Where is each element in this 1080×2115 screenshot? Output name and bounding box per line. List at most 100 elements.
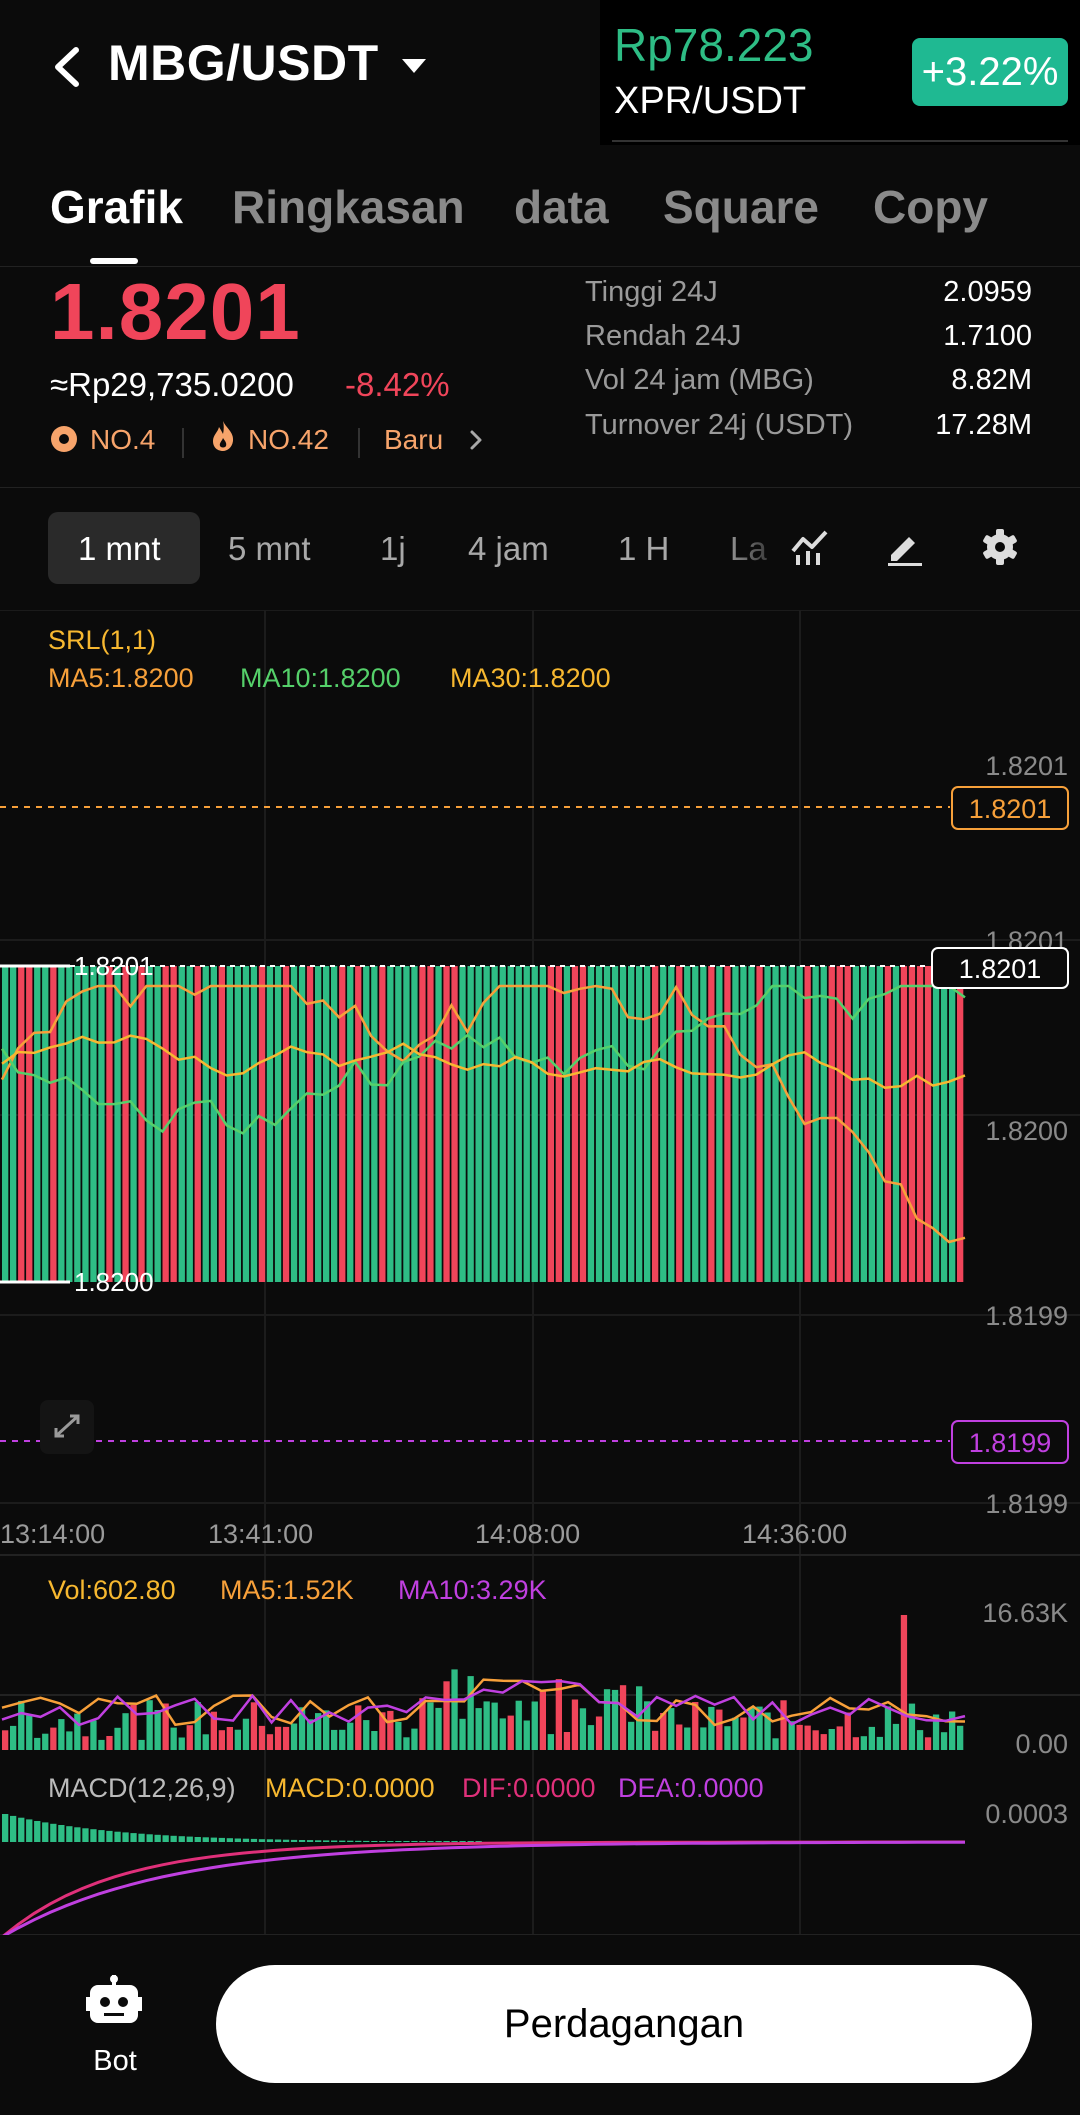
candle-up — [82, 966, 89, 1282]
new-tag[interactable]: Baru — [384, 424, 443, 456]
macd-bar — [2, 1814, 9, 1842]
volume-bar-down — [595, 1716, 603, 1750]
legend-ma10: MA10:1.8200 — [240, 663, 401, 693]
tab-data[interactable]: data — [514, 180, 609, 234]
macd-bar — [250, 1838, 258, 1842]
candle-down — [908, 966, 916, 1282]
candle-down — [122, 966, 129, 1282]
macd-bar — [371, 1841, 378, 1842]
volume-bar-down — [50, 1727, 57, 1750]
rank-badge-2[interactable]: NO.42 — [248, 424, 329, 456]
volume-bar-up — [178, 1737, 185, 1750]
volume-axis-min: 0.00 — [1015, 1729, 1068, 1759]
macd-bar — [315, 1840, 322, 1842]
macd-bar — [323, 1840, 330, 1842]
macd-bar — [66, 1826, 73, 1842]
chevron-right-icon[interactable] — [468, 428, 484, 452]
price-chart[interactable]: 1.8201 1.8201 1.8200 1.8199 1.8199 13:14:00 13… — [0, 610, 1080, 1940]
candle-up — [796, 966, 803, 1282]
volume-bar-down — [652, 1730, 659, 1750]
candle-up — [499, 966, 506, 1282]
macd-bar — [170, 1835, 177, 1842]
interval-1h[interactable]: 1j — [380, 530, 406, 568]
macd-bar — [42, 1822, 49, 1842]
candle-up — [403, 966, 410, 1282]
candle-up — [66, 966, 73, 1282]
volume-bar-up — [684, 1727, 691, 1750]
pair-title[interactable]: MBG/USDT — [108, 34, 379, 92]
volume-bar-down — [82, 1736, 89, 1750]
bot-label[interactable]: Bot — [80, 2045, 150, 2078]
legend-ma30: MA30:1.8200 — [450, 663, 611, 693]
interval-4h[interactable]: 4 jam — [468, 530, 549, 568]
volume-bar-down — [266, 1734, 274, 1750]
volume-bar-up — [772, 1738, 779, 1750]
flame-icon — [213, 421, 234, 451]
volume-bar-down — [900, 1615, 908, 1750]
volume-bars — [2, 1615, 964, 1750]
upper-price-tag-text: 1.8201 — [969, 794, 1052, 824]
volume-bar-up — [628, 1721, 635, 1750]
macd-histogram — [2, 1814, 482, 1842]
macd-bar — [282, 1839, 290, 1842]
volume-bar-up — [884, 1706, 892, 1750]
interval-1m[interactable]: 1 mnt — [78, 530, 161, 568]
tab-ringkasan[interactable]: Ringkasan — [232, 180, 465, 234]
current-price-tag-text: 1.8201 — [959, 954, 1042, 984]
back-arrow-icon[interactable] — [48, 42, 88, 92]
trade-button[interactable]: Perdagangan — [216, 1965, 1032, 2083]
gear-icon[interactable] — [980, 527, 1020, 567]
draw-icon[interactable] — [885, 527, 925, 567]
volume-bar-up — [18, 1700, 25, 1750]
tab-grafik[interactable]: Grafik — [50, 180, 183, 234]
tab-square[interactable]: Square — [663, 180, 819, 234]
macd-bar — [50, 1823, 57, 1842]
candle-up — [531, 966, 538, 1282]
y-tick-label: 1.8199 — [985, 1489, 1068, 1519]
rank-badge-1[interactable]: NO.4 — [90, 424, 155, 456]
robot-icon[interactable] — [86, 1975, 142, 2025]
macd-bar — [186, 1836, 193, 1842]
caret-down-icon[interactable] — [400, 56, 428, 76]
legend-dif: DIF:0.0000 — [462, 1773, 596, 1803]
volume-bar-up — [876, 1736, 883, 1750]
dea-line — [1, 1840, 966, 1939]
indicator-icon[interactable] — [790, 527, 830, 567]
volume-bar-down — [282, 1726, 290, 1750]
volume-bar-up — [234, 1729, 241, 1750]
volume-bar-up — [10, 1725, 17, 1750]
interval-5m[interactable]: 5 mnt — [228, 530, 311, 568]
change-percent: -8.42% — [345, 366, 450, 403]
volume-bar-up — [58, 1719, 65, 1750]
volume-bar-up — [732, 1717, 739, 1750]
interval-1d[interactable]: 1 H — [618, 530, 669, 568]
macd-lines — [1, 1840, 966, 1939]
volume-bar-up — [403, 1737, 410, 1750]
candle-up — [387, 966, 394, 1282]
y-tick-label: 1.8200 — [985, 1116, 1068, 1146]
tab-copy[interactable]: Copy — [873, 180, 988, 234]
candle-up — [644, 966, 651, 1282]
candle-down — [555, 966, 562, 1282]
candle-up — [491, 966, 498, 1282]
macd-bar — [419, 1841, 426, 1842]
candle-up — [114, 966, 121, 1282]
ticker-pair: XPR/USDT — [614, 80, 807, 122]
candle-up — [210, 966, 217, 1282]
volume-bar-up — [194, 1702, 201, 1750]
candle-up — [523, 966, 530, 1282]
volume-bar-up — [957, 1725, 964, 1750]
macd-axis-label: 0.0003 — [985, 1799, 1068, 1829]
volume-bar-up — [26, 1715, 33, 1750]
candle-down — [170, 966, 177, 1282]
macd-bar — [98, 1830, 105, 1842]
macd-bar — [427, 1841, 434, 1842]
volume-bar-up — [467, 1676, 474, 1750]
volume-bar-up — [339, 1729, 346, 1750]
macd-bar — [331, 1840, 338, 1842]
macd-bar — [363, 1840, 370, 1842]
volume-bar-down — [106, 1736, 113, 1750]
candle-up — [90, 966, 97, 1282]
dif-line — [1, 1840, 965, 1939]
candle-down — [26, 966, 33, 1282]
